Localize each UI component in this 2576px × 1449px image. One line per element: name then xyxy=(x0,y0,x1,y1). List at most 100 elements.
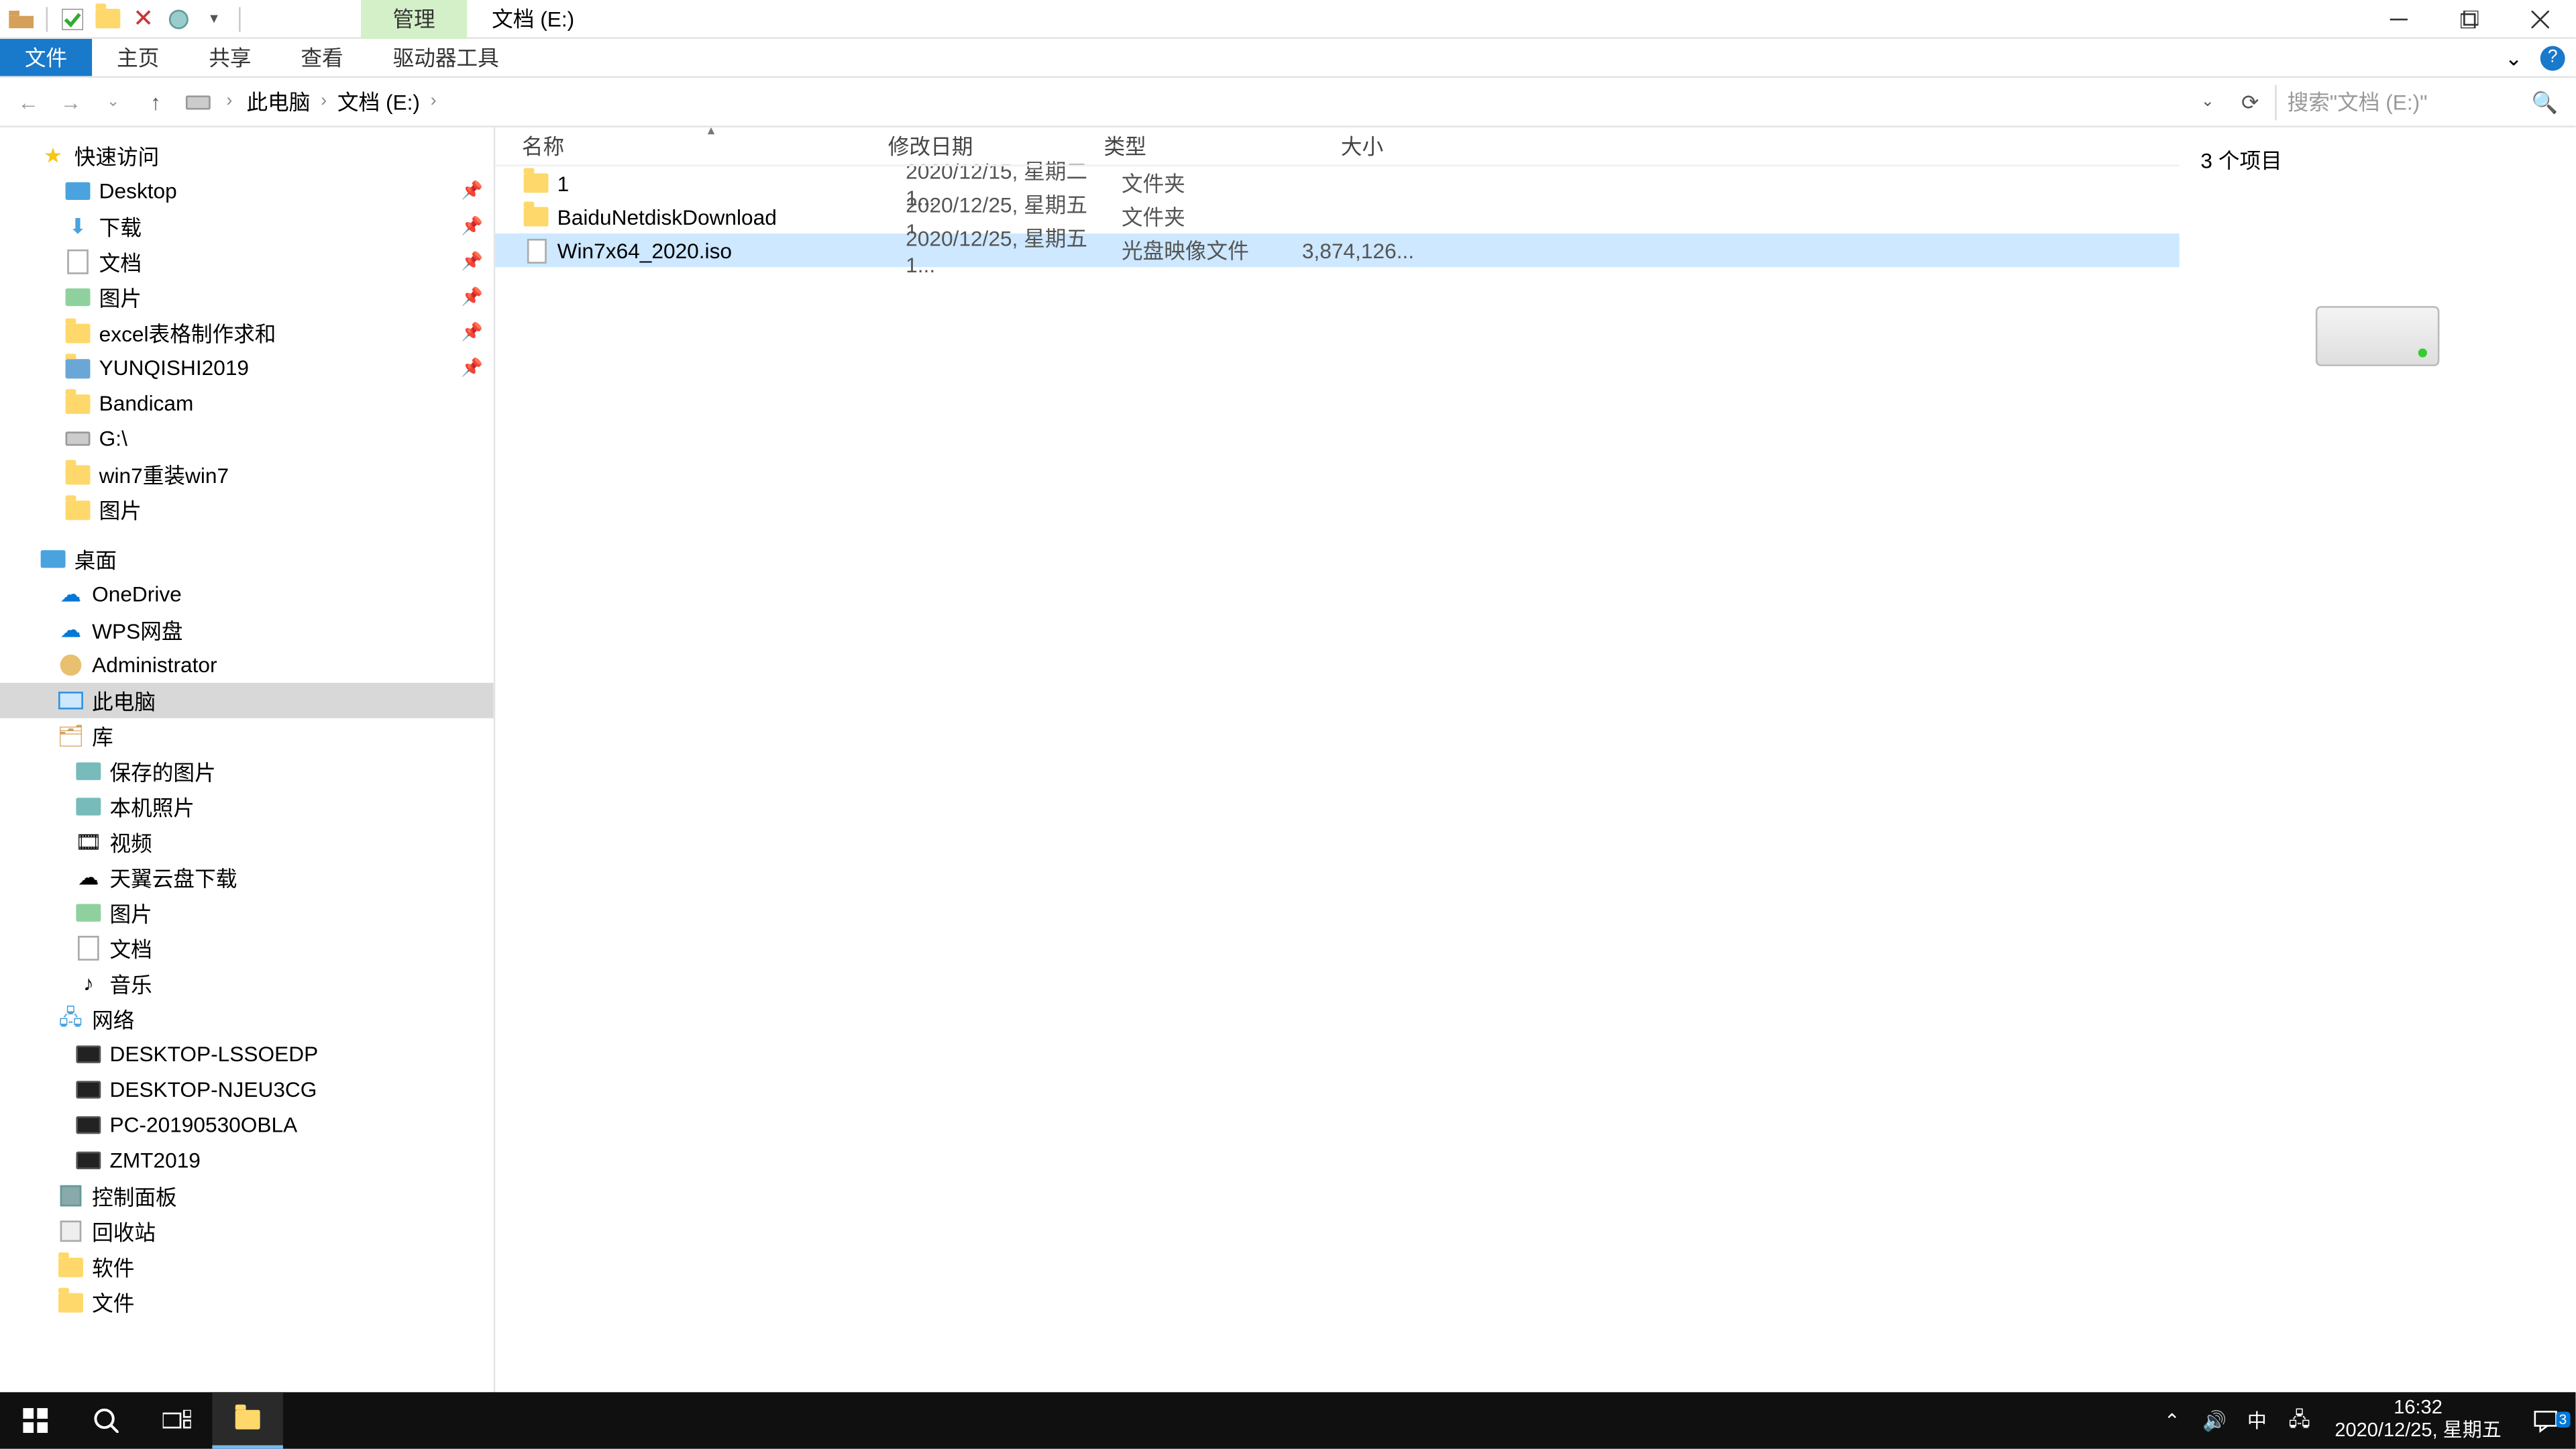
tab-share[interactable]: 共享 xyxy=(184,39,276,76)
preview-pane: 3 个项目 xyxy=(2180,127,2576,1413)
tree-files[interactable]: 文件 xyxy=(0,1284,494,1320)
tree-desktop-section[interactable]: 桌面 xyxy=(0,541,494,577)
tree-label: 音乐 xyxy=(109,969,152,999)
tree-yunqishi[interactable]: YUNQISHI2019📌 xyxy=(0,350,494,386)
tree-win7-reinstall[interactable]: win7重装win7 xyxy=(0,456,494,492)
folder-icon xyxy=(64,354,92,382)
cell-name: 1 xyxy=(557,170,906,195)
action-center-button[interactable]: 3 xyxy=(2516,1408,2576,1433)
chevron-right-icon[interactable]: › xyxy=(317,92,330,111)
tab-home[interactable]: 主页 xyxy=(92,39,184,76)
tree-libraries[interactable]: 🗂库 xyxy=(0,718,494,754)
search-icon[interactable]: 🔍 xyxy=(2532,89,2558,114)
qat-dropdown-icon[interactable]: ▾ xyxy=(200,5,228,33)
tree-saved-pictures[interactable]: 保存的图片 xyxy=(0,753,494,789)
search-taskbar-button[interactable] xyxy=(70,1392,141,1448)
pin-icon: 📌 xyxy=(461,217,483,236)
tab-file[interactable]: 文件 xyxy=(0,39,92,76)
column-header-name[interactable]: 名称 xyxy=(495,131,888,161)
start-button[interactable] xyxy=(0,1392,70,1448)
cell-name: BaiduNetdiskDownload xyxy=(557,205,906,229)
ribbon-help-area: ⌄ ? xyxy=(2498,39,2575,76)
tree-tianyi[interactable]: ☁天翼云盘下载 xyxy=(0,860,494,896)
table-row[interactable]: Win7x64_2020.iso 2020/12/25, 星期五 1... 光盘… xyxy=(495,233,2179,267)
window-title: 文档 (E:) xyxy=(467,3,599,34)
ribbon-collapse-icon[interactable]: ⌄ xyxy=(2498,42,2529,73)
recent-dropdown-icon[interactable]: ⌄ xyxy=(95,84,131,119)
app-icon[interactable] xyxy=(7,5,36,33)
tree-network[interactable]: 🖧网络 xyxy=(0,1002,494,1037)
desktop-icon xyxy=(64,177,92,205)
tree-bandicam[interactable]: Bandicam xyxy=(0,386,494,421)
tab-drive-tools[interactable]: 驱动器工具 xyxy=(368,39,524,76)
context-tab-manage[interactable]: 管理 xyxy=(361,0,467,38)
ime-indicator[interactable]: 中 xyxy=(2236,1406,2278,1434)
window-controls xyxy=(2363,0,2575,38)
network-tray-icon[interactable]: 🖧 xyxy=(2278,1403,2320,1437)
tree-excel-folder[interactable]: excel表格制作求和📌 xyxy=(0,315,494,350)
restore-button[interactable] xyxy=(2434,0,2505,38)
tree-pictures[interactable]: 图片📌 xyxy=(0,280,494,315)
tree-pictures-3[interactable]: 图片 xyxy=(0,895,494,930)
tree-pictures-2[interactable]: 图片 xyxy=(0,492,494,527)
column-header-date[interactable]: 修改日期 xyxy=(888,131,1104,161)
column-header-type[interactable]: 类型 xyxy=(1104,131,1284,161)
delete-qat-icon[interactable]: ✕ xyxy=(129,5,158,33)
tree-onedrive[interactable]: ☁OneDrive xyxy=(0,577,494,612)
tree-label: excel表格制作求和 xyxy=(99,317,276,347)
tree-videos[interactable]: 🎞视频 xyxy=(0,824,494,860)
tree-local-photos[interactable]: 本机照片 xyxy=(0,789,494,824)
tree-network-pc-3[interactable]: PC-20190530OBLA xyxy=(0,1108,494,1143)
tree-software[interactable]: 软件 xyxy=(0,1249,494,1285)
network-icon: 🖧 xyxy=(56,1005,85,1033)
tree-wps[interactable]: ☁WPS网盘 xyxy=(0,612,494,647)
checkbox-icon[interactable] xyxy=(58,5,87,33)
drive-preview-icon xyxy=(2316,306,2440,366)
tree-desktop[interactable]: Desktop📌 xyxy=(0,173,494,209)
address-dropdown-icon[interactable]: ⌄ xyxy=(2190,84,2226,119)
minimize-button[interactable] xyxy=(2363,0,2434,38)
volume-icon[interactable]: 🔊 xyxy=(2193,1409,2235,1432)
tree-documents-2[interactable]: 文档 xyxy=(0,930,494,966)
tree-this-pc[interactable]: 此电脑 xyxy=(0,683,494,718)
picture-icon xyxy=(74,792,103,820)
folder-qat-icon[interactable] xyxy=(94,5,122,33)
chevron-right-icon[interactable]: › xyxy=(427,92,440,111)
file-rows: 1 2020/12/15, 星期二 1... 文件夹 BaiduNetdiskD… xyxy=(495,166,2179,267)
refresh-button[interactable]: ⟳ xyxy=(2233,89,2268,114)
table-row[interactable]: BaiduNetdiskDownload 2020/12/25, 星期五 1..… xyxy=(495,200,2179,233)
navigation-tree[interactable]: ★快速访问 Desktop📌 ⬇下载📌 文档📌 图片📌 excel表格制作求和📌… xyxy=(0,127,495,1413)
help-icon[interactable]: ? xyxy=(2540,45,2565,70)
tray-overflow-icon[interactable]: ⌃ xyxy=(2151,1409,2193,1432)
tree-downloads[interactable]: ⬇下载📌 xyxy=(0,209,494,244)
tree-g-drive[interactable]: G:\ xyxy=(0,421,494,457)
explorer-taskbar-button[interactable] xyxy=(212,1392,282,1448)
search-input[interactable]: 搜索"文档 (E:)" 🔍 xyxy=(2275,84,2565,119)
tree-network-pc-2[interactable]: DESKTOP-NJEU3CG xyxy=(0,1072,494,1108)
tree-label: 天翼云盘下载 xyxy=(109,863,237,893)
chevron-right-icon[interactable]: › xyxy=(223,92,235,111)
tree-music[interactable]: ♪音乐 xyxy=(0,966,494,1002)
tree-control-panel[interactable]: 控制面板 xyxy=(0,1178,494,1214)
column-headers: ▴ 名称 修改日期 类型 大小 xyxy=(495,127,2179,166)
task-view-button[interactable] xyxy=(142,1392,212,1448)
crumb-this-pc[interactable]: 此电脑 xyxy=(243,87,314,117)
forward-button[interactable]: → xyxy=(53,84,89,119)
tab-view[interactable]: 查看 xyxy=(276,39,368,76)
folder-icon xyxy=(522,203,550,231)
tree-quick-access[interactable]: ★快速访问 xyxy=(0,138,494,174)
clock[interactable]: 16:32 2020/12/25, 星期五 xyxy=(2320,1397,2516,1444)
tree-network-pc-1[interactable]: DESKTOP-LSSOEDP xyxy=(0,1036,494,1072)
crumb-drive-e[interactable]: 文档 (E:) xyxy=(334,87,424,117)
close-button[interactable] xyxy=(2505,0,2575,38)
back-button[interactable]: ← xyxy=(11,84,46,119)
tree-label: DESKTOP-LSSOEDP xyxy=(109,1042,318,1067)
table-row[interactable]: 1 2020/12/15, 星期二 1... 文件夹 xyxy=(495,166,2179,200)
tree-recycle-bin[interactable]: 回收站 xyxy=(0,1214,494,1249)
tree-administrator[interactable]: Administrator xyxy=(0,647,494,683)
properties-qat-icon[interactable] xyxy=(164,5,193,33)
up-button[interactable]: ↑ xyxy=(138,84,174,119)
tree-network-pc-4[interactable]: ZMT2019 xyxy=(0,1143,494,1179)
column-header-size[interactable]: 大小 xyxy=(1284,131,1390,161)
tree-documents[interactable]: 文档📌 xyxy=(0,244,494,280)
